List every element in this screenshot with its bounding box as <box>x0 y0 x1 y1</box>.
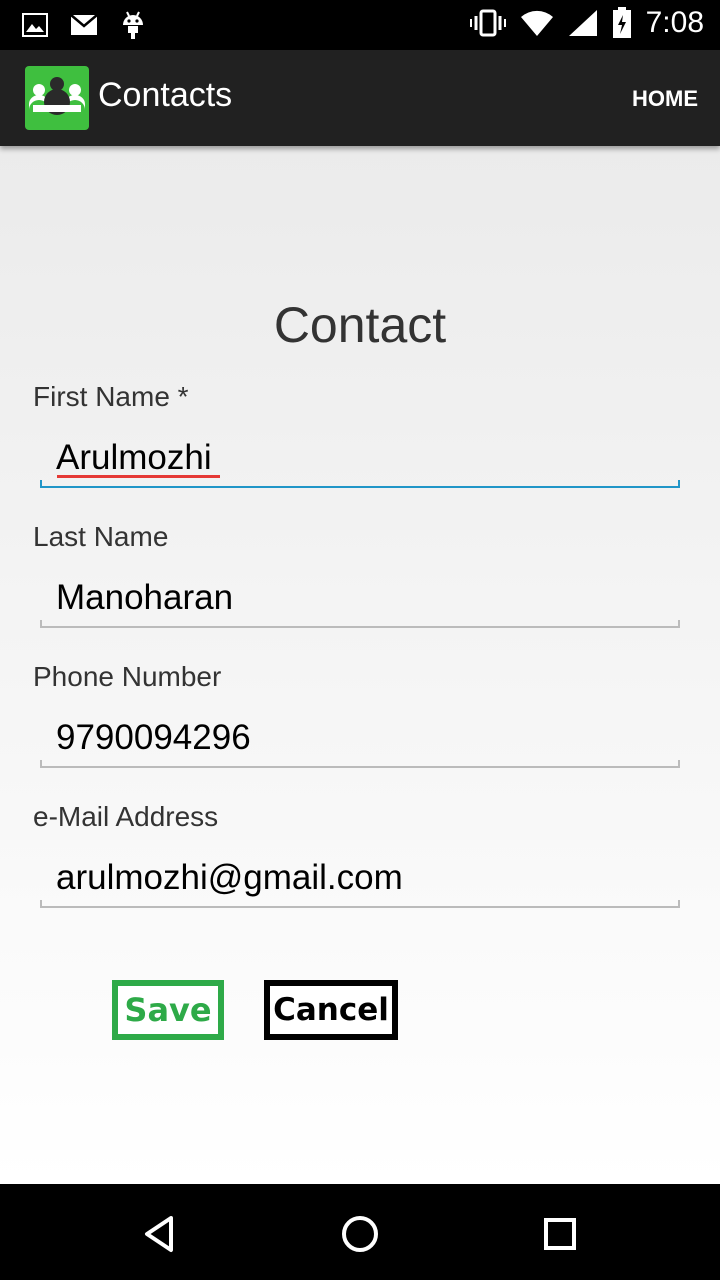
back-icon[interactable] <box>134 1208 186 1260</box>
recents-icon[interactable] <box>534 1208 586 1260</box>
android-icon <box>123 11 143 39</box>
last-name-input[interactable] <box>40 568 680 628</box>
signal-icon <box>568 10 597 36</box>
save-button[interactable]: Save <box>112 980 224 1040</box>
email-input[interactable] <box>40 848 680 908</box>
last-name-label: Last Name <box>33 521 169 552</box>
wifi-icon <box>520 10 553 37</box>
contact-form: Contact First Name * Last Name Phone Num… <box>0 146 720 1184</box>
navigation-bar <box>0 1184 720 1280</box>
phone-label: Phone Number <box>33 661 222 692</box>
mail-icon <box>70 14 98 35</box>
clock: 7:08 <box>645 6 704 39</box>
spellcheck-underline <box>57 475 220 478</box>
image-icon <box>22 13 48 37</box>
first-name-input[interactable] <box>40 428 680 488</box>
battery-icon <box>612 7 631 38</box>
last-name-underline <box>40 620 680 628</box>
home-button[interactable]: HOME <box>632 86 698 112</box>
app-title: Contacts <box>98 76 233 114</box>
form-title: Contact <box>273 297 447 353</box>
phone-input[interactable] <box>40 708 680 768</box>
vibrate-icon <box>469 9 506 37</box>
home-icon[interactable] <box>334 1208 386 1260</box>
phone-underline <box>40 760 680 768</box>
action-bar: Contacts HOME <box>0 50 720 146</box>
contacts-app-icon <box>25 66 89 130</box>
status-bar: 7:08 <box>0 0 720 50</box>
cancel-button[interactable]: Cancel <box>264 980 398 1040</box>
first-name-label: First Name * <box>33 381 189 412</box>
email-label: e-Mail Address <box>33 801 219 832</box>
first-name-underline <box>40 480 680 488</box>
email-underline <box>40 900 680 908</box>
